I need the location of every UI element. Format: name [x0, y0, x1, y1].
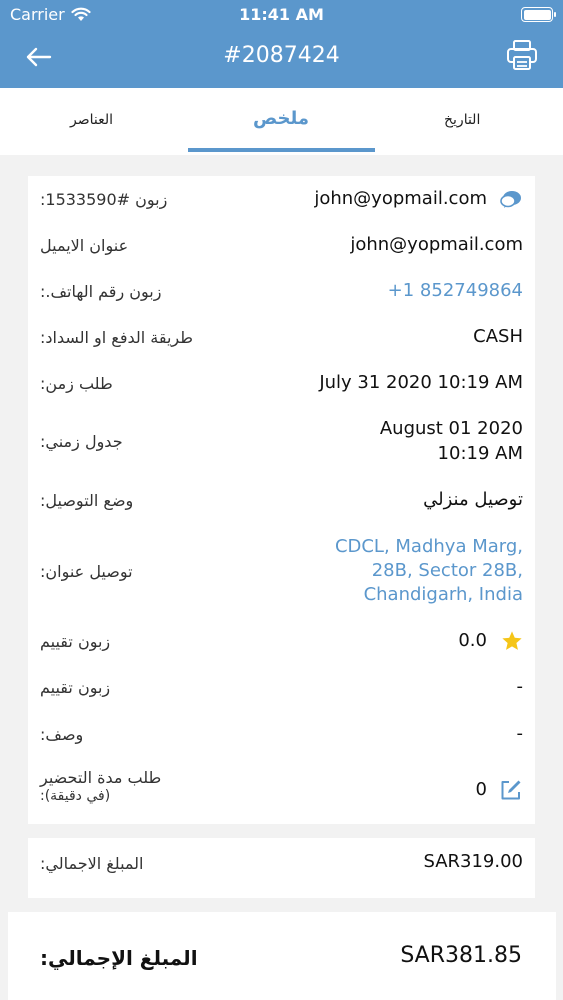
tab-bar: العناصر ملخص التاريخ: [0, 88, 563, 155]
subtotal-label: المبلغ الاجمالي:: [40, 854, 144, 873]
prep-time-label-line1: طلب مدة التحضير: [40, 768, 162, 787]
email-label: عنوان الايميل: [40, 236, 129, 255]
rating-value: 0.0: [458, 630, 487, 651]
address-line-1[interactable]: CDCL, Madhya Marg,: [335, 536, 523, 557]
address-line-3[interactable]: Chandigarh, India: [364, 584, 523, 605]
schedule-time-value: 10:19 AM: [437, 443, 523, 464]
email-value: john@yopmail.com: [350, 234, 523, 255]
customer-email-value: john@yopmail.com: [314, 188, 487, 209]
customer-row: زبون #1533590: john@yopmail.com: [28, 188, 535, 212]
grand-total-label: المبلغ الإجمالي:: [40, 946, 198, 970]
rating2-label: زبون تقييم: [40, 678, 111, 697]
tab-items[interactable]: العناصر: [70, 112, 113, 128]
order-number-title: #2087424: [223, 43, 340, 68]
address-line-2[interactable]: 28B, Sector 28B,: [372, 560, 523, 581]
status-bar: Carrier 11:41 AM: [0, 0, 563, 30]
phone-value-link[interactable]: +1 852749864: [388, 280, 523, 301]
payment-value: CASH: [473, 326, 523, 347]
prep-time-value: 0: [475, 779, 487, 800]
rating2-row: زبون تقييم -: [28, 676, 535, 700]
chat-icon[interactable]: [499, 189, 523, 211]
star-icon: [502, 631, 522, 650]
schedule-row: جدول زمني: August 01 2020 10:19 AM: [28, 418, 535, 468]
email-row: عنوان الايميل john@yopmail.com: [28, 234, 535, 258]
phone-row: زبون رقم الهاتف.: +1 852749864: [28, 280, 535, 304]
subtotal-card: المبلغ الاجمالي: SAR319.00: [28, 838, 535, 898]
order-time-label: طلب زمن:: [40, 374, 113, 393]
grand-total-value: SAR381.85: [400, 943, 522, 968]
phone-label: زبون رقم الهاتف.:: [40, 282, 162, 301]
delivery-mode-label: وضع التوصيل:: [40, 491, 134, 510]
rating-row: زبون تقييم 0.0: [28, 630, 535, 654]
order-time-value: July 31 2020 10:19 AM: [319, 372, 523, 393]
payment-label: طريقة الدفع او السداد:: [40, 328, 193, 347]
active-tab-indicator: [188, 148, 375, 152]
edit-icon[interactable]: [499, 778, 523, 802]
prep-time-row: طلب مدة التحضير (في دقيقة): 0: [28, 768, 535, 812]
subtotal-value: SAR319.00: [423, 851, 523, 872]
battery-icon: [521, 7, 556, 22]
delivery-mode-row: وضع التوصيل: توصيل منزلي: [28, 489, 535, 513]
delivery-address-row: توصيل عنوان: CDCL, Madhya Marg, 28B, Sec…: [28, 536, 535, 610]
tab-history[interactable]: التاريخ: [444, 112, 480, 128]
order-time-row: طلب زمن: July 31 2020 10:19 AM: [28, 372, 535, 396]
rating2-value: -: [516, 676, 524, 697]
grand-total-card: المبلغ الإجمالي: SAR381.85: [8, 912, 556, 1000]
printer-icon[interactable]: [505, 38, 539, 72]
description-row: وصف: -: [28, 723, 535, 747]
order-details-card: زبون #1533590: john@yopmail.com عنوان ال…: [28, 176, 535, 824]
schedule-date-value: August 01 2020: [379, 418, 523, 439]
delivery-mode-value: توصيل منزلي: [423, 489, 523, 510]
prep-time-label-line2: (في دقيقة):: [40, 788, 111, 804]
rating-label: زبون تقييم: [40, 632, 111, 651]
tab-summary[interactable]: ملخص: [253, 108, 309, 129]
customer-label: زبون #1533590:: [40, 190, 168, 209]
description-value: -: [516, 723, 524, 744]
status-time: 11:41 AM: [239, 5, 324, 24]
payment-row: طريقة الدفع او السداد: CASH: [28, 326, 535, 350]
app-header: Carrier 11:41 AM #2087424: [0, 0, 563, 88]
schedule-label: جدول زمني:: [40, 432, 123, 451]
description-label: وصف:: [40, 725, 84, 744]
delivery-address-label: توصيل عنوان:: [40, 562, 133, 581]
